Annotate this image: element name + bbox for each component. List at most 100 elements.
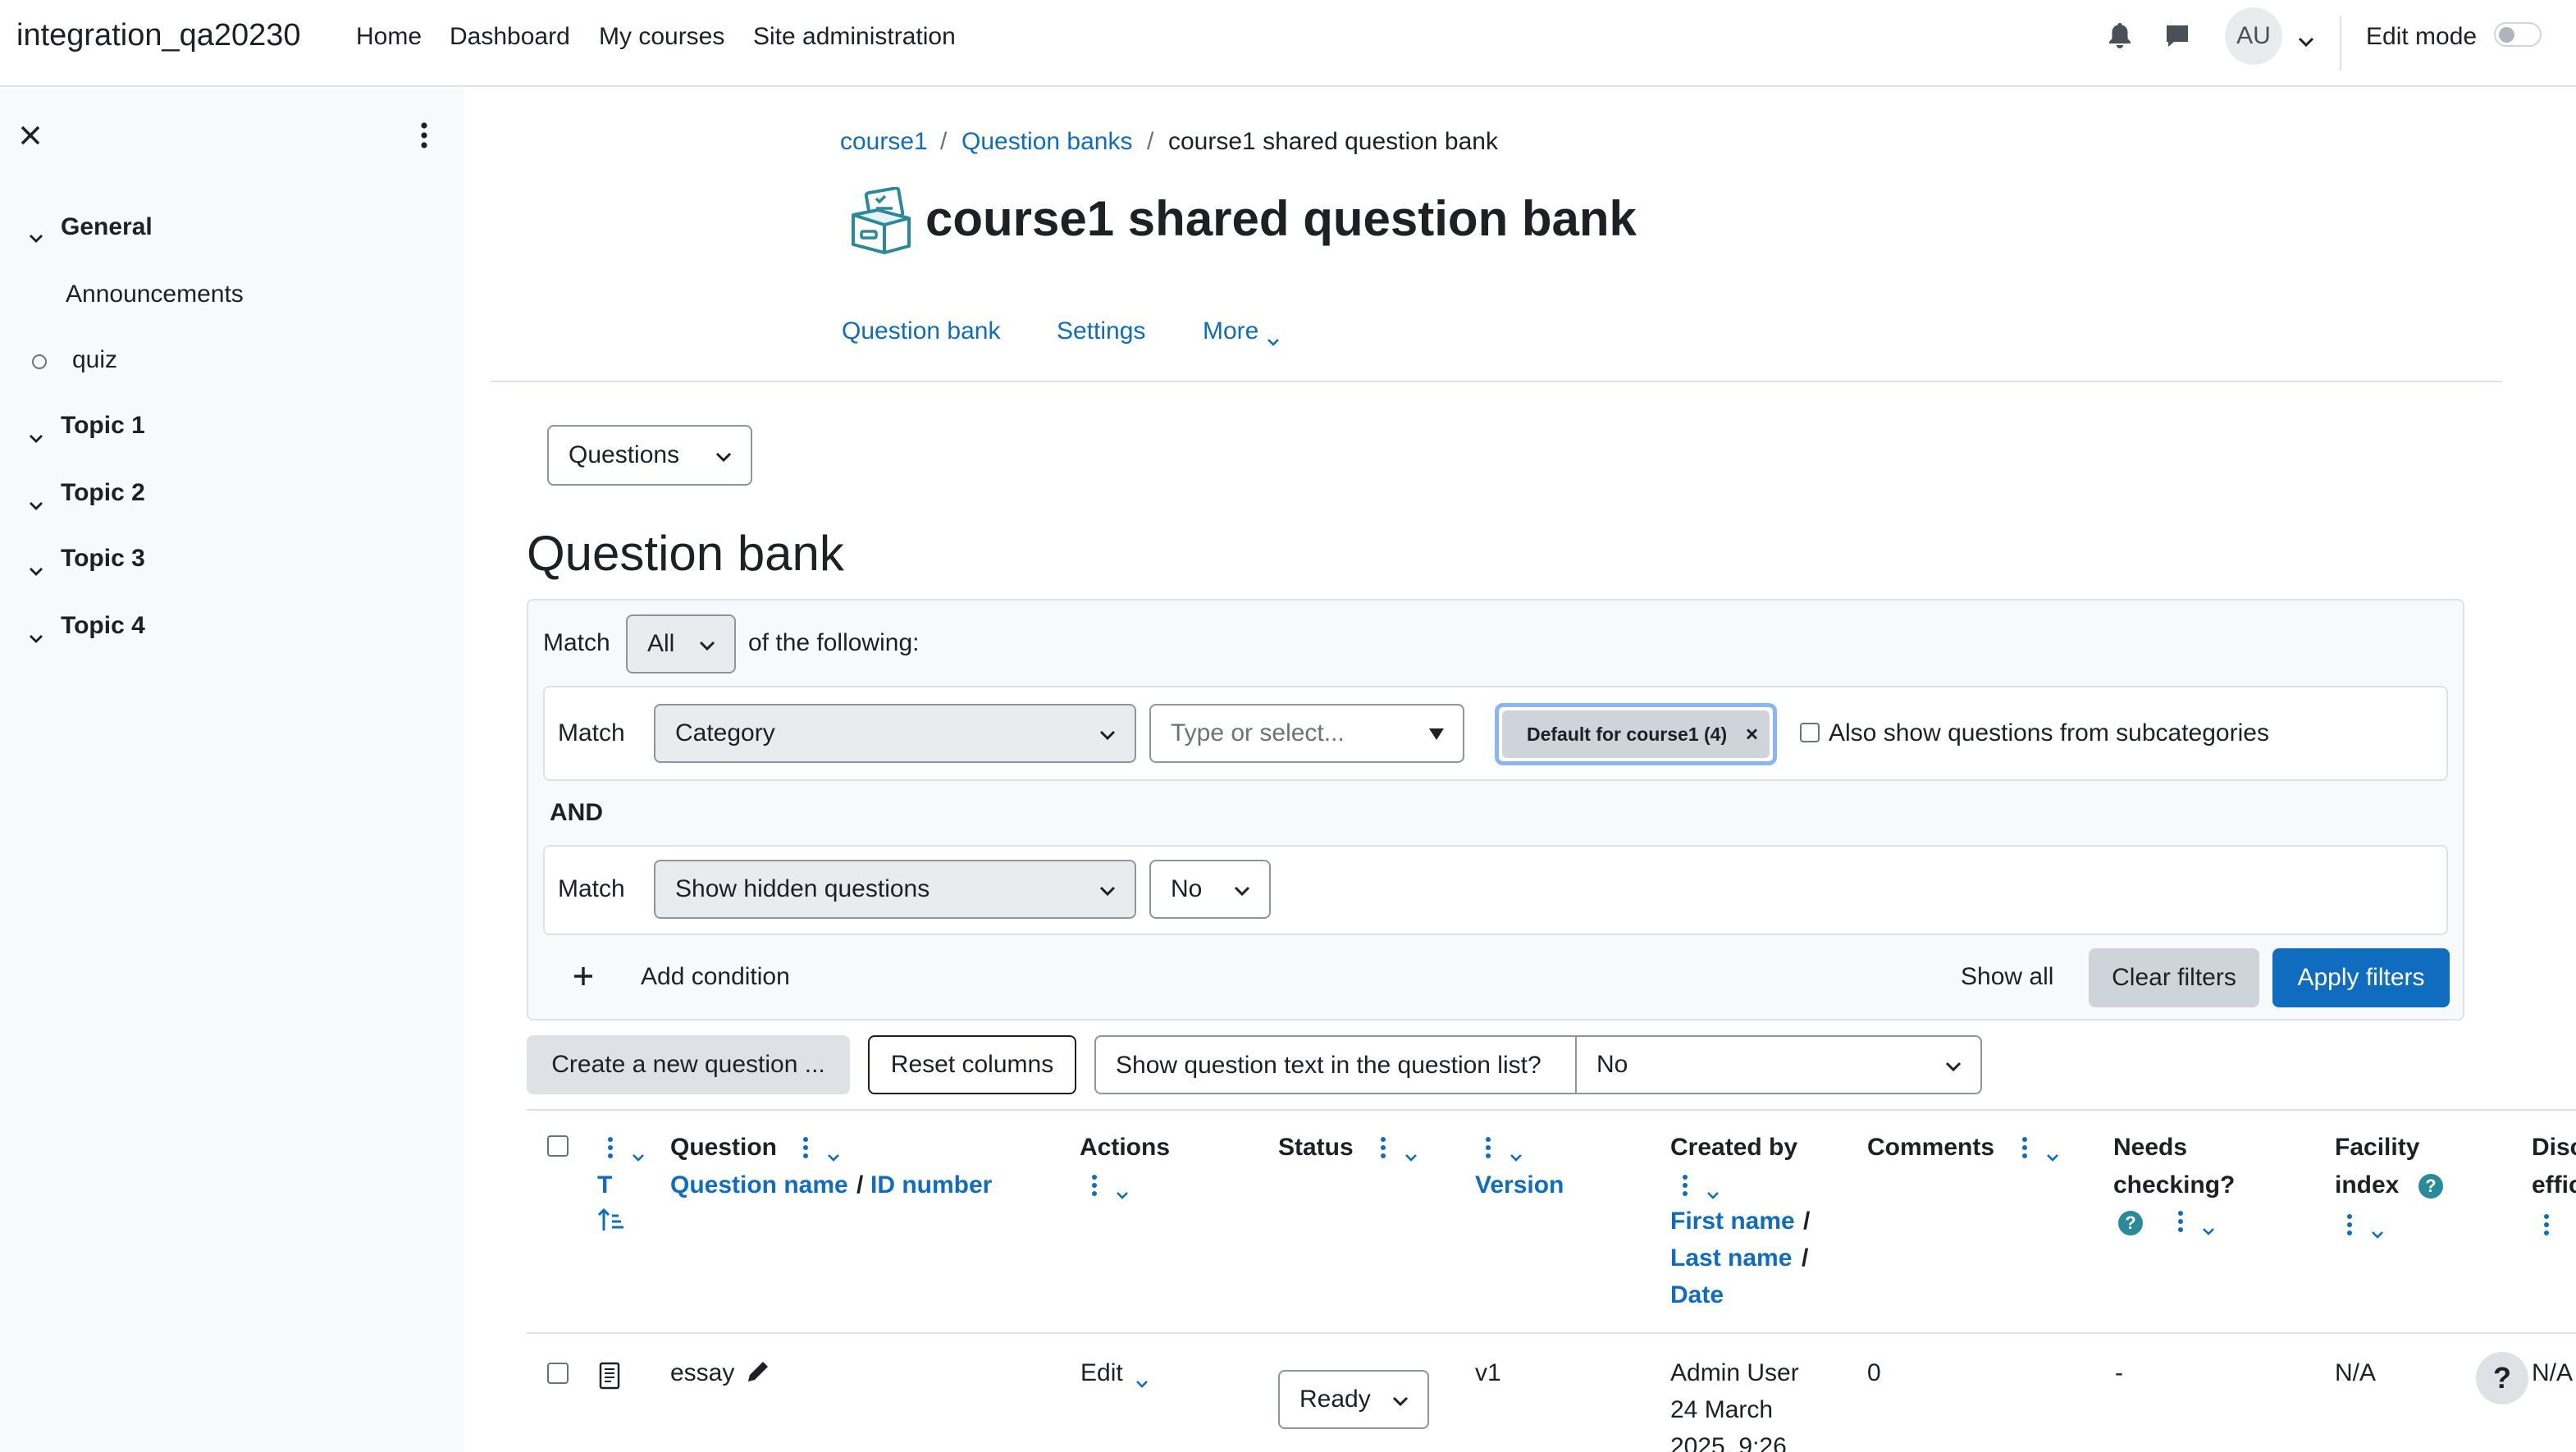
column-menu-icon[interactable] (2347, 1214, 2354, 1239)
column-status: Status (1278, 1134, 1354, 1161)
drawer-section-topic-4[interactable]: Topic 4 (61, 612, 145, 640)
of-following-label: of the following: (748, 629, 920, 656)
selected-category-tag-label: Default for course1 (4) × (1502, 710, 1770, 758)
nav-dashboard[interactable]: Dashboard (450, 23, 570, 51)
messages-icon[interactable] (2164, 23, 2190, 56)
tab-question-bank[interactable]: Question bank (842, 317, 1000, 345)
clear-filters-button[interactable]: Clear filters (2089, 948, 2259, 1007)
comments-count-link[interactable]: 0 (1867, 1359, 1881, 1387)
tab-more[interactable]: More (1203, 317, 1258, 345)
condition-type-select[interactable]: Category (654, 704, 1136, 763)
edit-pencil-icon[interactable] (745, 1358, 771, 1391)
chevron-down-icon[interactable] (632, 1142, 645, 1170)
column-menu-icon[interactable] (1092, 1175, 1098, 1199)
column-comments: Comments (1867, 1134, 1995, 1161)
drawer-section-general[interactable]: General (61, 213, 153, 241)
chevron-down-icon[interactable] (2202, 1216, 2215, 1244)
sort-by-id-number-link[interactable]: ID number (870, 1171, 992, 1199)
selected-category-tag[interactable]: Default for course1 (4) × (1495, 703, 1777, 765)
drawer-section-topic-2[interactable]: Topic 2 (61, 479, 145, 507)
match-join-select[interactable]: All (626, 614, 736, 673)
chevron-down-icon[interactable] (1510, 1142, 1523, 1170)
show-question-text-value: No (1596, 1051, 1628, 1078)
chevron-down-icon[interactable] (2046, 1142, 2059, 1170)
nav-site-administration[interactable]: Site administration (753, 23, 956, 51)
chevron-down-icon[interactable] (28, 556, 44, 584)
drawer-section-topic-1[interactable]: Topic 1 (61, 412, 145, 440)
close-drawer-icon[interactable] (20, 125, 41, 153)
chevron-down-icon[interactable] (1404, 1142, 1418, 1170)
chevron-down-icon[interactable] (28, 423, 44, 451)
column-menu-icon[interactable] (803, 1137, 810, 1162)
plus-icon[interactable] (573, 966, 594, 993)
sort-by-first-name-link[interactable]: First name (1670, 1208, 1795, 1235)
add-condition-button[interactable]: Add condition (641, 963, 790, 991)
completion-circle-icon (32, 354, 47, 369)
needs-checking-value: - (2115, 1359, 2123, 1386)
sort-by-question-name-link[interactable]: Question name (670, 1171, 848, 1199)
show-all-button[interactable]: Show all (1961, 963, 2053, 991)
column-actions: Actions (1080, 1134, 1171, 1161)
created-by-name: Admin User (1670, 1359, 1799, 1386)
top-navbar: integration_qa20230 Home Dashboard My co… (0, 0, 2576, 87)
drawer-item-announcements[interactable]: Announcements (66, 281, 244, 308)
condition-type-value: Category (675, 719, 775, 747)
created-date-time: 2025, 9:26 (1670, 1433, 1787, 1452)
create-new-question-button[interactable]: Create a new question ... (527, 1035, 850, 1094)
chevron-down-icon[interactable] (2371, 1219, 2384, 1247)
help-icon[interactable]: ? (2118, 1211, 2143, 1235)
column-menu-icon[interactable] (1486, 1137, 1492, 1162)
nav-my-courses[interactable]: My courses (599, 23, 724, 51)
column-menu-icon[interactable] (608, 1137, 614, 1162)
column-menu-icon[interactable] (2544, 1214, 2551, 1239)
column-needs-checking-line2: checking? (2113, 1171, 2236, 1199)
chevron-down-icon[interactable] (1116, 1180, 1129, 1208)
help-question-icon[interactable]: ? (2476, 1352, 2528, 1404)
show-question-text-select[interactable]: No (1575, 1035, 1982, 1094)
breadcrumb-course1[interactable]: course1 (840, 128, 928, 156)
bell-icon[interactable] (2107, 21, 2133, 56)
breadcrumb-question-banks[interactable]: Question banks (961, 128, 1132, 156)
avatar[interactable]: AU (2225, 7, 2282, 65)
column-menu-icon[interactable] (1683, 1175, 1689, 1199)
apply-filters-button[interactable]: Apply filters (2272, 948, 2450, 1007)
drawer-item-quiz[interactable]: quiz (72, 346, 117, 374)
drawer-kebab-icon[interactable] (420, 121, 428, 156)
chevron-down-icon[interactable] (28, 491, 44, 518)
chevron-down-icon[interactable] (28, 223, 44, 251)
sort-by-date-link[interactable]: Date (1670, 1281, 1724, 1309)
help-icon[interactable]: ? (2418, 1174, 2443, 1199)
chevron-down-icon[interactable] (1135, 1368, 1149, 1396)
edit-mode-toggle[interactable] (2494, 22, 2542, 47)
tab-settings[interactable]: Settings (1057, 317, 1145, 345)
category-search-input[interactable]: Type or select... (1149, 704, 1464, 763)
condition-type-select[interactable]: Show hidden questions (654, 860, 1136, 919)
select-all-checkbox[interactable] (547, 1135, 569, 1157)
sort-by-last-name-link[interactable]: Last name (1670, 1244, 1792, 1272)
bank-view-select[interactable]: Questions (547, 425, 752, 486)
edit-menu-link[interactable]: Edit (1080, 1359, 1123, 1387)
user-menu-chevron-down-icon[interactable] (2297, 26, 2315, 54)
column-menu-icon[interactable] (1381, 1137, 1387, 1162)
hidden-questions-value-select[interactable]: No (1149, 860, 1271, 919)
sort-by-version-link[interactable]: Version (1475, 1171, 1564, 1199)
question-name: essay (670, 1359, 735, 1386)
header-slash: / (1802, 1244, 1809, 1272)
sort-ascending-icon[interactable] (597, 1208, 625, 1239)
column-menu-icon[interactable] (2022, 1137, 2029, 1162)
chevron-down-icon[interactable] (827, 1142, 840, 1170)
subcategories-checkbox[interactable] (1800, 723, 1820, 742)
reset-columns-button[interactable]: Reset columns (868, 1035, 1076, 1094)
site-name[interactable]: integration_qa20230 (16, 18, 301, 53)
sort-by-type-link[interactable]: T (597, 1171, 612, 1199)
chevron-down-icon[interactable] (28, 623, 44, 651)
remove-tag-icon[interactable]: × (1746, 722, 1758, 747)
nav-home[interactable]: Home (356, 23, 422, 51)
more-chevron-down-icon[interactable] (1267, 326, 1280, 354)
chevron-down-icon[interactable] (1706, 1180, 1720, 1208)
facility-index-value: N/A (2335, 1359, 2377, 1386)
row-checkbox[interactable] (547, 1363, 569, 1384)
column-menu-icon[interactable] (2178, 1211, 2185, 1235)
drawer-section-topic-3[interactable]: Topic 3 (61, 545, 145, 573)
status-select[interactable]: Ready (1278, 1370, 1429, 1429)
